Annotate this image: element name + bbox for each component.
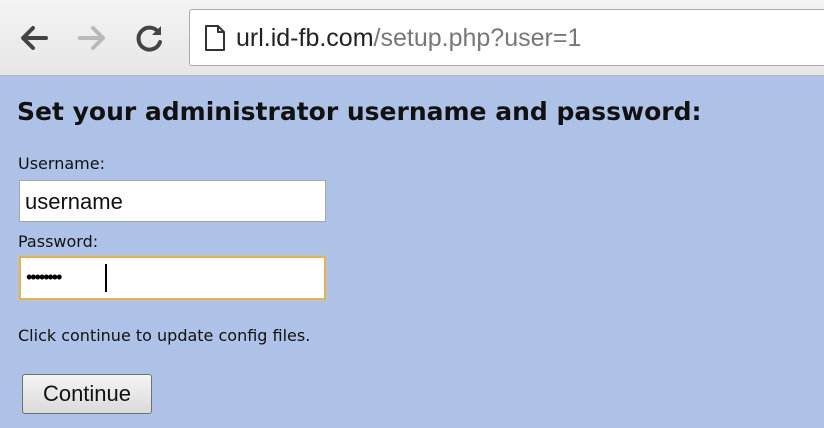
username-field[interactable]: username <box>19 180 326 222</box>
password-field[interactable]: •••••••• <box>19 256 326 300</box>
password-masked-value: •••••••• <box>26 267 62 287</box>
document-icon <box>205 25 225 51</box>
url-text: url.id-fb.com/setup.php?user=1 <box>236 23 581 53</box>
password-label: Password: <box>18 232 99 251</box>
address-bar[interactable]: url.id-fb.com/setup.php?user=1 <box>189 9 824 66</box>
username-value: username <box>25 189 123 214</box>
instruction-text: Click continue to update config files. <box>18 326 311 345</box>
browser-toolbar: url.id-fb.com/setup.php?user=1 <box>0 0 824 76</box>
username-label: Username: <box>18 154 105 173</box>
forward-button[interactable] <box>74 20 110 56</box>
reload-icon <box>136 25 162 52</box>
continue-button[interactable]: Continue <box>22 374 152 414</box>
back-button[interactable] <box>16 20 52 56</box>
setup-page: Set your administrator username and pass… <box>0 76 824 428</box>
page-title: Set your administrator username and pass… <box>17 97 702 126</box>
url-path: /setup.php?user=1 <box>373 24 582 52</box>
arrow-left-icon <box>21 26 48 50</box>
text-caret <box>105 264 107 292</box>
arrow-right-icon <box>78 26 105 50</box>
reload-button[interactable] <box>132 20 168 56</box>
url-host: url.id-fb.com <box>236 24 374 52</box>
